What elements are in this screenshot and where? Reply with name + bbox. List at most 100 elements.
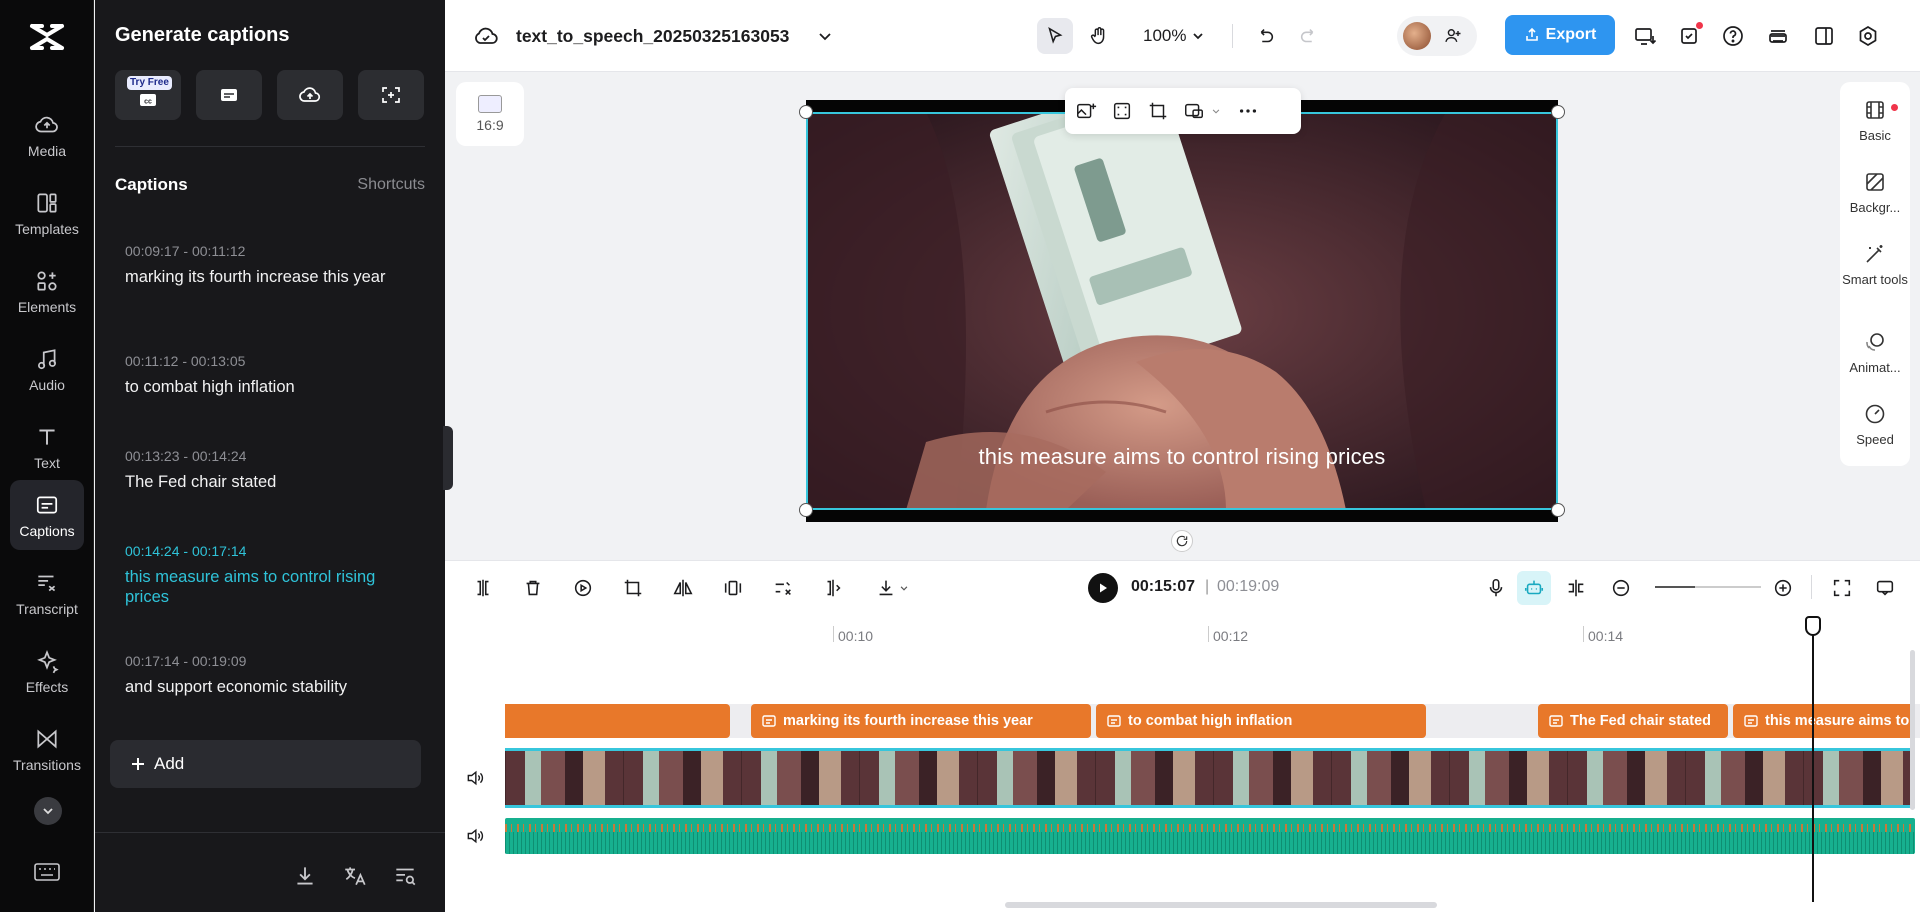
video-track[interactable] [505,748,1915,808]
nav-item-transitions[interactable]: Transitions [10,714,84,784]
export-button[interactable]: Export [1505,15,1615,55]
redo-button[interactable] [1291,18,1327,54]
video-track-speaker-icon[interactable] [465,768,485,788]
prop-basic[interactable]: Basic [1840,98,1910,143]
nav-item-captions[interactable]: Captions [10,480,84,550]
prop-speed[interactable]: Speed [1840,402,1910,447]
fit-frame-icon[interactable] [1111,100,1133,122]
play-button[interactable] [1088,573,1118,603]
caption-text[interactable]: this measure aims to control rising pric… [125,567,415,607]
split-button[interactable] [470,575,496,601]
timeline-zoom-slider[interactable] [1655,586,1761,588]
caption-clip[interactable]: marking its fourth increase this year [751,704,1091,738]
add-user-icon[interactable] [1443,26,1463,46]
chevron-down-icon[interactable] [815,26,835,46]
trim-button[interactable] [820,575,846,601]
crop-icon[interactable] [1147,100,1169,122]
resize-handle-top-left[interactable] [799,105,813,119]
flip-button[interactable] [670,575,696,601]
crop-button[interactable] [620,575,646,601]
avatar[interactable] [1403,22,1431,50]
aspect-ratio-button[interactable]: 16:9 [456,82,524,146]
nav-item-transcript[interactable]: Transcript [10,558,84,628]
microphone-button[interactable] [1483,575,1509,601]
caption-clip[interactable] [505,704,730,738]
flip-icon [673,579,693,597]
add-caption-button[interactable]: Add [110,740,421,788]
image-add-icon[interactable] [1075,100,1097,122]
caption-clip[interactable]: The Fed chair stated [1538,704,1728,738]
caption-item[interactable]: 00:13:23 - 00:14:24 The Fed chair stated [125,448,415,492]
audio-track-speaker-icon[interactable] [465,826,485,846]
translate-icon[interactable] [342,863,368,889]
speed-curve-button[interactable] [770,575,796,601]
stack-button[interactable] [1764,22,1792,50]
snap-split-button[interactable] [1563,575,1589,601]
caption-item[interactable]: 00:09:17 - 00:11:12 marking its fourth i… [125,243,415,287]
present-button[interactable] [1631,22,1659,50]
fullscreen-icon [1833,579,1851,597]
download-dropdown[interactable] [870,575,916,601]
video-subtitle-overlay[interactable]: this measure aims to control rising pric… [806,444,1558,470]
rotate-handle[interactable] [1171,530,1193,552]
chevron-down-icon[interactable] [1209,100,1223,122]
caption-item[interactable]: 00:11:12 - 00:13:05 to combat high infla… [125,353,415,397]
prop-background[interactable]: Backgr... [1840,170,1910,215]
settings-button[interactable] [1854,22,1882,50]
zoom-out-button[interactable] [1608,575,1634,601]
keyboard-icon[interactable] [32,860,62,884]
caption-item[interactable]: 00:17:14 - 00:19:09 and support economic… [125,653,415,697]
hand-tool-button[interactable] [1081,18,1117,54]
search-list-icon[interactable] [392,863,418,889]
caption-item-active[interactable]: 00:14:24 - 00:17:14 this measure aims to… [125,543,415,607]
shortcuts-link[interactable]: Shortcuts [357,176,425,194]
help-button[interactable] [1719,22,1747,50]
nav-more-button[interactable] [34,797,62,825]
caption-text[interactable]: to combat high inflation [125,377,415,397]
layout-toggle-button[interactable] [1810,22,1838,50]
caption-clip[interactable]: this measure aims to control rising pric… [1733,704,1915,738]
playhead-handle[interactable] [1805,616,1821,636]
download-icon[interactable] [292,863,318,889]
zoom-dropdown[interactable]: 100% [1143,26,1206,46]
undo-button[interactable] [1247,18,1283,54]
select-tool-button[interactable] [1037,18,1073,54]
nav-item-templates[interactable]: Templates [10,178,84,248]
nav-item-audio[interactable]: Audio [10,334,84,404]
caption-clip[interactable]: to combat high inflation [1096,704,1426,738]
replace-image-icon[interactable] [1183,100,1205,122]
caption-text[interactable]: The Fed chair stated [125,472,415,492]
ai-magnet-button[interactable] [1517,571,1551,605]
nav-item-text[interactable]: Text [10,412,84,482]
capcut-logo-icon[interactable] [28,20,66,54]
collaborators-group[interactable] [1397,16,1477,56]
resize-handle-bottom-right[interactable] [1551,503,1565,517]
caption-text[interactable]: and support economic stability [125,677,415,697]
panel-collapse-handle[interactable] [443,426,453,490]
upload-captions-button[interactable] [277,70,343,120]
fit-timeline-button[interactable] [1829,575,1855,601]
manual-captions-button[interactable] [196,70,262,120]
checklist-button[interactable] [1676,22,1704,50]
scan-captions-button[interactable] [358,70,424,120]
project-name[interactable]: text_to_speech_20250325163053 [516,26,789,47]
nav-item-media[interactable]: Media [10,100,84,170]
timeline-vertical-scrollbar[interactable] [1910,650,1915,810]
nav-item-elements[interactable]: Elements [10,256,84,326]
audio-track[interactable] [505,818,1915,854]
freeze-frame-button[interactable] [720,575,746,601]
auto-captions-button[interactable]: Try Free cc [115,70,181,120]
prop-animation[interactable]: Animat... [1840,330,1910,375]
resize-handle-top-right[interactable] [1551,105,1565,119]
caption-view-button[interactable] [1872,575,1898,601]
resize-handle-bottom-left[interactable] [799,503,813,517]
playhead-line[interactable] [1812,617,1814,902]
timeline-horizontal-scrollbar[interactable] [1005,902,1437,908]
zoom-in-button[interactable] [1770,575,1796,601]
delete-button[interactable] [520,575,546,601]
nav-item-effects[interactable]: Effects [10,636,84,706]
caption-text[interactable]: marking its fourth increase this year [125,267,415,287]
prop-smart-tools[interactable]: Smart tools [1840,242,1910,287]
replay-button[interactable] [570,575,596,601]
more-horizontal-icon[interactable] [1237,100,1259,122]
